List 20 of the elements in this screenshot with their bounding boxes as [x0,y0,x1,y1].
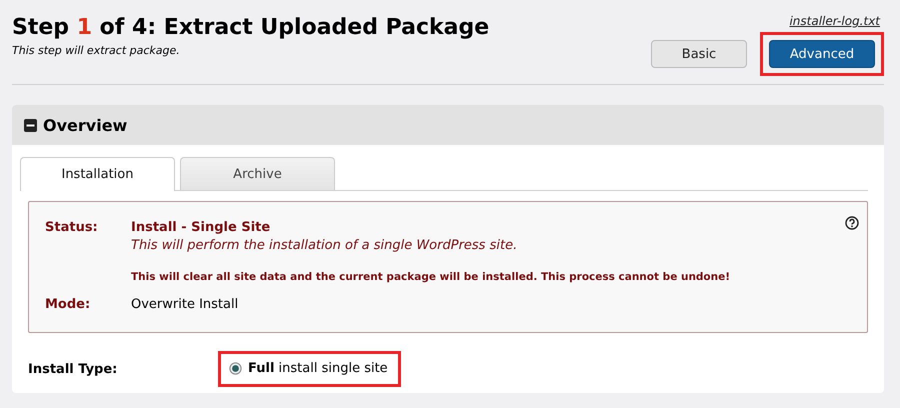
panel-header[interactable]: Overview [12,105,884,145]
install-type-label: Install Type: [28,362,118,376]
tab[interactable]: Installation [20,157,175,191]
radio-button[interactable] [229,362,242,375]
mode-button[interactable]: Basic [651,40,747,68]
tab[interactable]: Archive [180,157,335,190]
collapse-icon[interactable] [24,118,37,132]
field-label: Status: [45,220,99,235]
panel-title: Overview [43,116,128,134]
field-label: Mode: [45,297,92,312]
help-icon[interactable] [845,216,859,230]
field-value: Overwrite Install [131,297,240,312]
status-description: This will perform the installation of a single WordPress site. [131,238,518,253]
status-value: Install - Single Site [131,220,272,235]
mode-button[interactable]: Advanced [769,40,875,68]
page-subtitle: This step will extract package. [12,44,181,57]
log-link[interactable]: installer-log.txt [789,14,880,28]
option-label[interactable]: Full install single site [248,361,388,376]
warning-text: This will clear all site data and the current package will be installed. This process cannot be undone! [131,271,732,283]
page-title: Step 1 of 4: Extract Uploaded Package [12,14,490,42]
